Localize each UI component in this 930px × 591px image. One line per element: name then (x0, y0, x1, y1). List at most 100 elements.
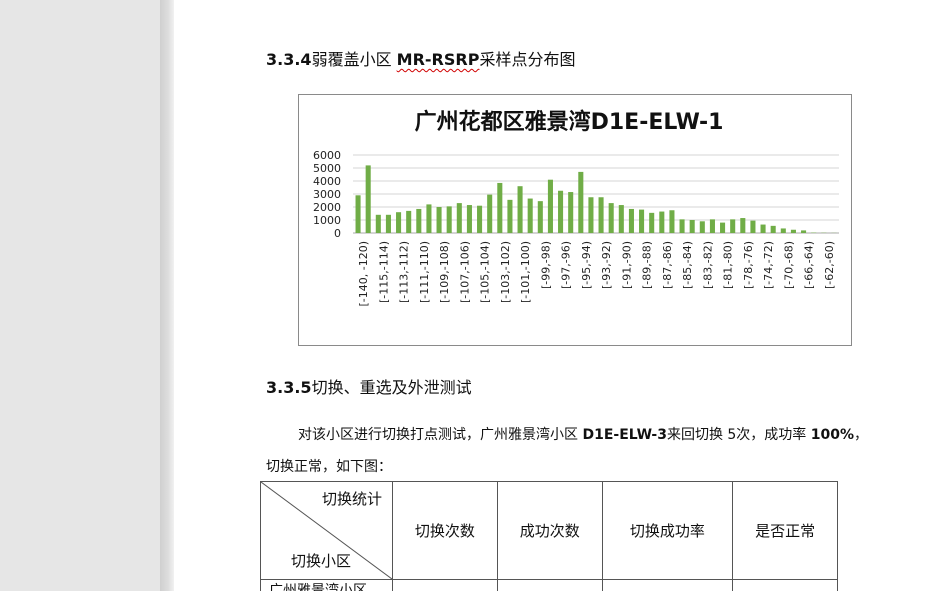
bar (669, 210, 675, 233)
bar (406, 210, 412, 233)
section-title: 切换、重选及外泄测试 (311, 378, 472, 397)
bar (426, 204, 432, 233)
page-shadow (160, 0, 174, 591)
corner-bottom-label: 切换小区 (291, 552, 352, 570)
bar (618, 205, 624, 233)
table-row: 广州雅景湾小区 (260, 579, 838, 591)
section-heading-3-3-5: 3.3.5切换、重选及外泄测试 (266, 374, 472, 398)
bar (628, 208, 634, 233)
section-title-post: 采样点分布图 (479, 50, 576, 69)
x-tick-label: [-99,-98) (539, 241, 552, 289)
bar (720, 222, 726, 233)
cell-id: D1E-ELW-3 (582, 427, 667, 443)
bar (740, 218, 746, 233)
bar (375, 214, 381, 233)
success-rate: 100% (810, 427, 855, 443)
x-tick-label: [-97,-96) (560, 241, 573, 289)
bar (699, 221, 705, 233)
bar (639, 209, 645, 233)
bar (456, 203, 462, 233)
x-tick-label: [-85,-84) (681, 241, 694, 289)
bar (558, 190, 564, 233)
bar (689, 220, 695, 233)
x-tick-label: [-87,-86) (661, 241, 674, 289)
section-number: 3.3.4 (266, 50, 312, 69)
bar (547, 179, 553, 233)
bar (770, 225, 776, 233)
bar (396, 212, 402, 233)
bar (780, 228, 786, 233)
spellcheck-term[interactable]: MR-RSRP (397, 50, 480, 69)
header-success-rate: 切换成功率 (601, 481, 734, 580)
header-is-normal: 是否正常 (732, 481, 838, 580)
x-tick-label: [-91,-90) (620, 241, 633, 289)
handover-table: 切换统计 切换小区 切换次数 成功次数 切换成功率 是否正常 广州雅景湾小区 (260, 481, 838, 591)
x-tick-label: [-66,-64) (803, 241, 816, 289)
chart-container[interactable]: 广州花都区雅景湾D1E-ELW-1 0 1000 2000 3000 4000 5000 60… (298, 94, 852, 346)
bar (659, 211, 665, 233)
section-heading-3-3-4: 3.3.4弱覆盖小区 MR-RSRP采样点分布图 (266, 46, 575, 70)
header-success-count: 成功次数 (496, 481, 603, 580)
row-cell (392, 579, 498, 591)
para-text: 来回切换 5次，成功率 (666, 427, 811, 443)
x-tick-label: [-83,-82) (701, 241, 714, 289)
row-cell (732, 579, 838, 591)
paragraph-line-2: 切换正常，如下图： (266, 459, 392, 475)
para-text: ， (854, 427, 869, 443)
x-tick-label: [-115,-114) (377, 241, 390, 303)
bar (649, 212, 655, 233)
x-tick-label: [-140, -120) (357, 241, 370, 307)
x-tick-label: [-107,-106) (458, 241, 471, 303)
x-tick-label: [-89,-88) (641, 241, 654, 289)
bar (679, 219, 685, 233)
y-tick-label: 0 (334, 227, 341, 240)
bar-chart: 广州花都区雅景湾D1E-ELW-1 01000200030004000500060… (313, 109, 839, 307)
bar (436, 207, 442, 233)
x-tick-label: [-78,-76) (742, 241, 755, 289)
x-tick-label: [-103,-102) (499, 241, 512, 303)
bar (517, 186, 523, 233)
bar (527, 198, 533, 233)
x-tick-label: [-109,-108) (438, 241, 451, 303)
bar (750, 220, 756, 233)
bar (355, 195, 361, 233)
bar (497, 182, 503, 233)
bar (446, 206, 452, 233)
bar (365, 165, 371, 233)
row-cell (496, 579, 603, 591)
chart-title: 广州花都区雅景湾D1E-ELW-1 (415, 109, 724, 135)
y-tick-label: 1000 (313, 214, 341, 227)
x-tick-label: [-113,-112) (398, 241, 411, 303)
bar (477, 205, 483, 233)
bar (466, 205, 472, 233)
x-tick-label: [-101,-100) (519, 241, 532, 303)
x-tick-label: [-95,-94) (580, 241, 593, 289)
y-tick-label: 3000 (313, 188, 341, 201)
bar (598, 197, 604, 233)
y-tick-label: 5000 (313, 162, 341, 175)
bar (730, 219, 736, 233)
bar (588, 197, 594, 233)
bar (760, 224, 766, 233)
bar (608, 203, 614, 233)
section-number: 3.3.5 (266, 378, 312, 397)
row-cell-name: 广州雅景湾小区 (260, 579, 393, 591)
document-page[interactable]: 3.3.4弱覆盖小区 MR-RSRP采样点分布图 广州花都区雅景湾D1E-ELW… (174, 0, 930, 591)
x-tick-label: [-62,-60) (823, 241, 836, 289)
x-tick-label: [-74,-72) (762, 241, 775, 289)
table-corner-cell: 切换统计 切换小区 (260, 481, 393, 580)
workspace-background (0, 0, 160, 591)
x-tick-label: [-105,-104) (479, 241, 492, 303)
paragraph-line-1: 对该小区进行切换打点测试，广州雅景湾小区 D1E-ELW-3来回切换 5次，成功… (298, 424, 868, 444)
section-title-pre: 弱覆盖小区 (311, 50, 397, 69)
bar (568, 192, 574, 233)
header-handover-count: 切换次数 (392, 481, 498, 580)
y-tick-label: 2000 (313, 201, 341, 214)
bar (709, 219, 715, 233)
bar (416, 208, 422, 233)
corner-top-label: 切换统计 (321, 490, 382, 508)
para-text: 对该小区进行切换打点测试，广州雅景湾小区 (298, 427, 583, 443)
bar (507, 199, 513, 233)
bar (385, 214, 391, 233)
x-tick-label: [-70,-68) (782, 241, 795, 289)
